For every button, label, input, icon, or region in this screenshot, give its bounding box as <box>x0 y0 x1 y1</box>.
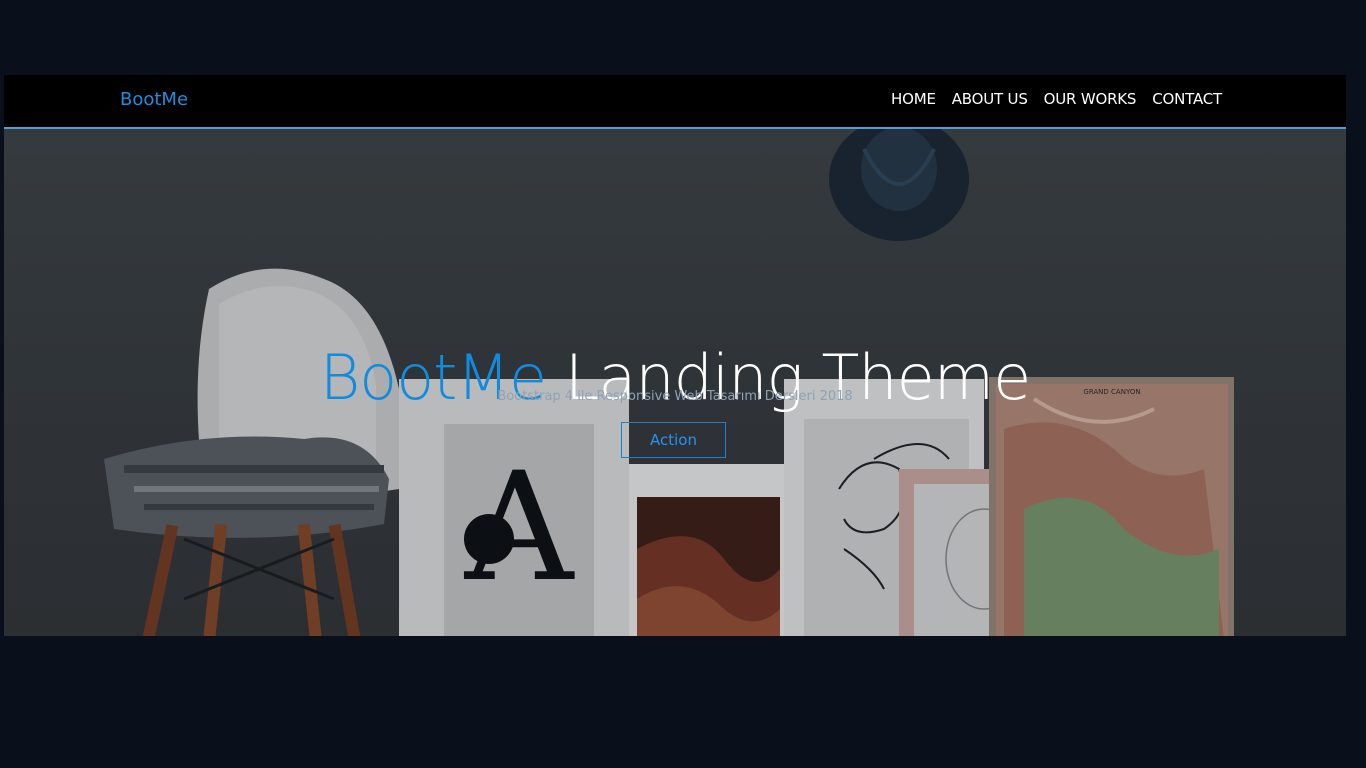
hero-subtitle: Bootstrap 4 ile Responsive Web Tasarımı … <box>497 389 853 404</box>
page-frame: BootMe HOME ABOUT US OUR WORKS CONTACT A… <box>4 75 1346 636</box>
navbar: BootMe HOME ABOUT US OUR WORKS CONTACT <box>4 75 1346 129</box>
brand-logo[interactable]: BootMe <box>120 89 188 110</box>
nav-contact[interactable]: CONTACT <box>1152 90 1222 108</box>
nav-our-works[interactable]: OUR WORKS <box>1044 90 1137 108</box>
nav-home[interactable]: HOME <box>891 90 936 108</box>
hero-section: A GRAND CANYON BootMe Landing Theme Boot… <box>4 129 1346 636</box>
action-button[interactable]: Action <box>621 422 726 458</box>
nav-about-us[interactable]: ABOUT US <box>952 90 1028 108</box>
nav-links: HOME ABOUT US OUR WORKS CONTACT <box>891 90 1222 108</box>
